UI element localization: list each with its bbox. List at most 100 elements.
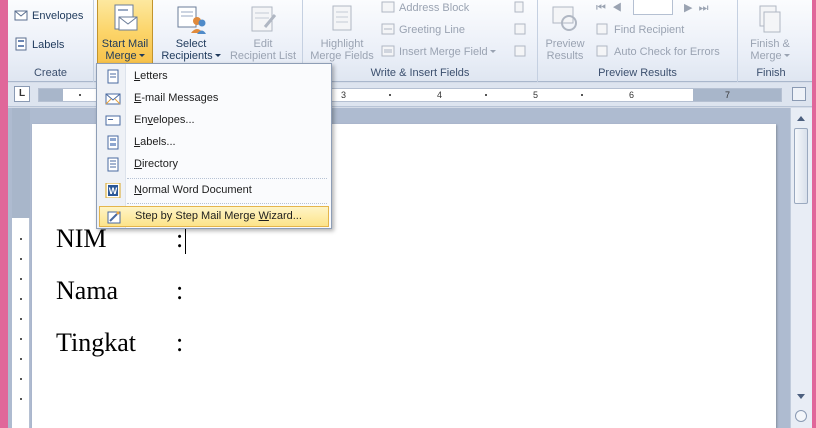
group-finish: Finish & Merge Finish [738, 0, 804, 82]
menu-text: abels... [140, 136, 176, 148]
find-recipient-button[interactable]: Find Recipient [596, 20, 684, 40]
menu-item-mail-merge-wizard[interactable]: Step by Step Mail Merge Wizard... [99, 206, 329, 227]
find-recipient-icon [596, 22, 610, 36]
svg-text:W: W [109, 186, 118, 196]
last-record-icon[interactable]: ⏭ [699, 2, 709, 14]
highlight-merge-fields-button[interactable]: Highlight Merge Fields [307, 0, 377, 64]
ruler-tick [20, 378, 22, 380]
select-recipients-label-2-row: Recipients [156, 50, 226, 62]
match-fields-button[interactable] [513, 20, 531, 40]
insert-merge-field-label: Insert Merge Field [399, 46, 488, 58]
address-block-button[interactable]: Address Block [381, 0, 469, 18]
ruler-tick [389, 94, 391, 96]
finish-label-1: Finish & [750, 38, 790, 50]
tab-selector[interactable]: L [14, 86, 30, 102]
scroll-up-icon[interactable] [794, 112, 808, 126]
labels-button[interactable]: Labels [14, 35, 64, 55]
update-labels-icon [513, 44, 527, 58]
menu-item-email-messages[interactable]: E-mail Messages [99, 88, 329, 109]
auto-check-errors-button[interactable]: Auto Check for Errors [596, 42, 720, 62]
ruler-tick-label: 7 [725, 90, 731, 100]
menu-item-labels[interactable]: Labels... [99, 132, 329, 153]
select-recipients-label-2: Recipients [161, 50, 213, 62]
menu-item-letters[interactable]: Letters [99, 66, 329, 87]
scroll-thumb[interactable] [794, 128, 808, 204]
ruler-tick [20, 298, 22, 300]
ruler-tick [20, 318, 22, 320]
edit-recipient-list-label-2: Recipient List [229, 50, 297, 62]
start-mail-merge-label-2-row: Merge [98, 50, 152, 62]
dropdown-arrow-icon [138, 54, 145, 57]
ruler-tick-label: 4 [437, 90, 443, 100]
doc-colon: : [176, 276, 184, 305]
auto-check-label: Auto Check for Errors [614, 46, 720, 58]
ruler-tick [485, 94, 487, 96]
select-recipients-button[interactable]: Select Recipients [156, 0, 226, 64]
start-mail-merge-button[interactable]: Start Mail Merge [97, 0, 153, 64]
ruler-tick-label: 6 [629, 90, 635, 100]
dropdown-arrow-icon [214, 54, 221, 57]
menu-accelerator: W [258, 210, 269, 222]
group-create: Envelopes Labels Create [8, 0, 94, 82]
highlight-merge-fields-icon [326, 3, 358, 35]
greeting-line-label: Greeting Line [399, 24, 466, 36]
ruler-tick [20, 258, 22, 260]
edit-recipient-list-button[interactable]: Edit Recipient List [226, 0, 300, 64]
ruler-tick [20, 338, 22, 340]
directory-icon [105, 157, 121, 172]
greeting-line-button[interactable]: Greeting Line [381, 20, 465, 40]
select-recipients-label-1: Select [175, 38, 207, 50]
email-icon [105, 91, 121, 106]
rules-button[interactable] [513, 0, 531, 18]
menu-text: etters [140, 70, 168, 82]
menu-text: elopes... [152, 114, 195, 126]
preview-results-button[interactable]: Preview Results [540, 0, 590, 64]
top-margin-shade [12, 108, 30, 218]
doc-colon: : [176, 328, 184, 357]
right-margin-shade [693, 89, 781, 101]
menu-item-envelopes[interactable]: Envelopes... [99, 110, 329, 131]
first-record-icon[interactable]: ⏮ [596, 2, 606, 14]
previous-record-icon[interactable]: ◀ [612, 2, 622, 14]
menu-text: ormal Word Document [141, 184, 252, 196]
match-fields-icon [513, 22, 527, 36]
ruler-tick-label: 5 [533, 90, 539, 100]
envelope-icon [105, 113, 121, 128]
next-record-icon[interactable]: ▶ [684, 2, 692, 14]
dropdown-arrow-icon [489, 50, 496, 53]
record-number-input[interactable] [632, 0, 673, 15]
scroll-down-icon[interactable] [794, 390, 808, 404]
labels-icon [105, 135, 121, 150]
rules-icon [513, 0, 527, 14]
group-preview-results: Preview Results ⏮ ◀ ▶ ⏭ Find Recipient A… [538, 0, 738, 82]
menu-separator [127, 203, 327, 204]
insert-merge-field-button[interactable]: Insert Merge Field [381, 42, 496, 62]
menu-item-normal-word-document[interactable]: W Normal Word Document [99, 180, 329, 201]
record-navigation: ⏮ ◀ ▶ ⏭ [596, 0, 708, 18]
finish-merge-button[interactable]: Finish & Merge [742, 0, 798, 64]
group-label-write-insert: Write & Insert Fields [370, 67, 470, 79]
vertical-scrollbar[interactable] [790, 108, 812, 428]
menu-accelerator: D [134, 158, 142, 170]
menu-item-directory[interactable]: Directory [99, 154, 329, 175]
menu-separator [127, 178, 327, 179]
group-write-insert-fields: Highlight Merge Fields Address Block Gre… [302, 0, 538, 82]
envelopes-button[interactable]: Envelopes [14, 6, 83, 26]
menu-accelerator: N [134, 184, 142, 196]
view-ruler-button[interactable] [792, 87, 806, 101]
left-margin-shade [39, 89, 63, 101]
previous-page-icon[interactable] [795, 410, 807, 422]
vertical-ruler[interactable] [12, 108, 30, 428]
window-frame-right [812, 0, 816, 428]
update-labels-button[interactable] [513, 42, 531, 62]
ruler-tick-label: 3 [341, 90, 347, 100]
ruler-tick [79, 94, 81, 96]
menu-text: En [134, 114, 148, 126]
insert-merge-field-icon [381, 44, 395, 58]
preview-results-label-2: Results [546, 50, 584, 62]
letter-icon [105, 69, 121, 84]
menu-text: Step by Step Mail Merge [135, 210, 259, 222]
auto-check-icon [596, 44, 610, 58]
ruler-tick [20, 398, 22, 400]
start-mail-merge-label-2: Merge [105, 50, 137, 62]
